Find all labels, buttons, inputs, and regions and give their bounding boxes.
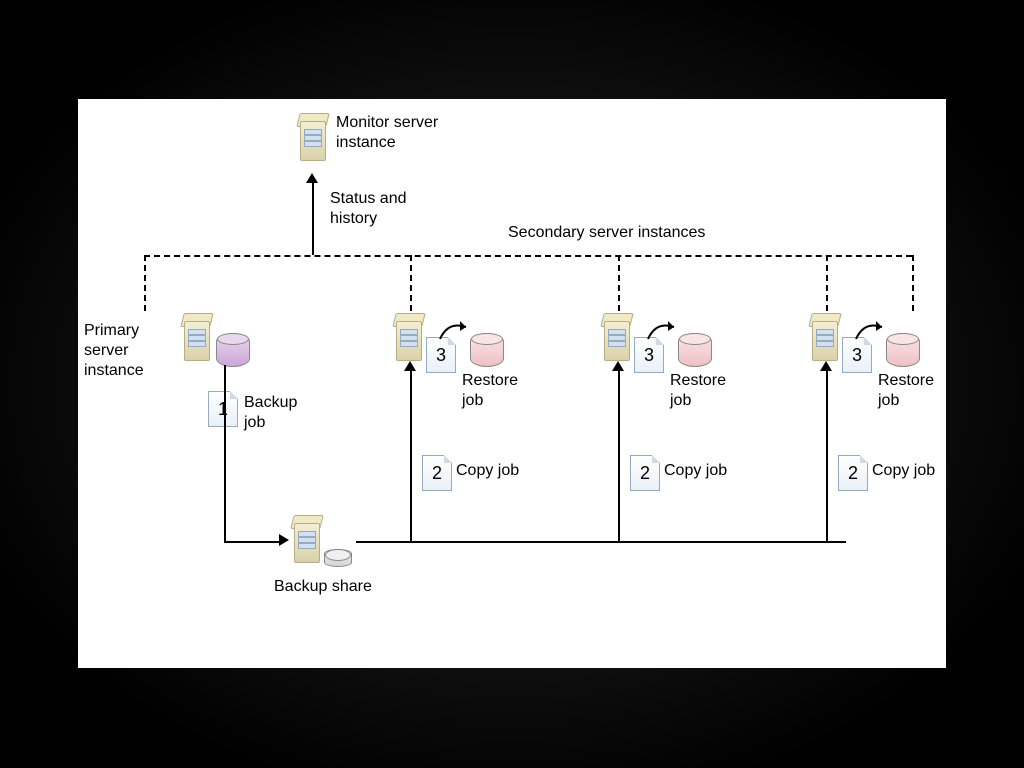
secondary3-up-line xyxy=(826,367,828,541)
line-primary-down xyxy=(224,365,226,541)
monitor-server-icon xyxy=(296,113,328,161)
arrow-to-share xyxy=(279,534,289,546)
secondary3-copy-label: Copy job xyxy=(872,461,935,481)
secondary2-step3-num: 3 xyxy=(644,345,654,366)
secondary1-restore-label: Restore job xyxy=(462,371,518,411)
secondary3-step3-num: 3 xyxy=(852,345,862,366)
dashed-drop-primary xyxy=(144,255,146,311)
secondary2-up-arrow xyxy=(612,361,624,371)
line-primary-right xyxy=(224,541,284,543)
primary-label: Primary server instance xyxy=(84,321,144,381)
secondary2-up-line xyxy=(618,367,620,541)
secondary1-up-line xyxy=(410,367,412,541)
arrow-to-monitor xyxy=(312,181,314,255)
secondary1-server-icon xyxy=(392,313,424,361)
diagram-canvas: Monitor server instance Status and histo… xyxy=(78,99,946,668)
secondary3-up-arrow xyxy=(820,361,832,371)
secondary2-server-icon xyxy=(600,313,632,361)
secondary1-copy-label: Copy job xyxy=(456,461,519,481)
dashed-drop-end xyxy=(912,255,914,311)
dashed-bus xyxy=(144,255,912,257)
monitor-label: Monitor server instance xyxy=(336,113,438,153)
dashed-drop-sec2 xyxy=(618,255,620,311)
dashed-drop-sec1 xyxy=(410,255,412,311)
backup-share-server-icon xyxy=(290,515,322,563)
secondary1-step3-num: 3 xyxy=(436,345,446,366)
secondary2-step2-num: 2 xyxy=(640,463,650,484)
primary-db-icon xyxy=(216,333,250,367)
arrow-to-monitor-head xyxy=(306,173,318,183)
secondary3-step2-num: 2 xyxy=(848,463,858,484)
secondary1-step2-page: 2 xyxy=(422,455,452,491)
backup-share-label: Backup share xyxy=(274,577,372,597)
secondary-header: Secondary server instances xyxy=(508,223,705,243)
secondary1-step2-num: 2 xyxy=(432,463,442,484)
secondary3-restore-label: Restore job xyxy=(878,371,934,411)
backup-job-label: Backup job xyxy=(244,393,297,433)
secondary3-db-icon xyxy=(886,333,920,367)
secondary2-db-icon xyxy=(678,333,712,367)
secondary2-step2-page: 2 xyxy=(630,455,660,491)
step1-number: 1 xyxy=(218,399,228,420)
dashed-drop-sec3 xyxy=(826,255,828,311)
secondary1-up-arrow xyxy=(404,361,416,371)
secondary1-db-icon xyxy=(470,333,504,367)
secondary3-step2-page: 2 xyxy=(838,455,868,491)
backup-share-disk-icon xyxy=(324,549,352,567)
slide-stage: Monitor server instance Status and histo… xyxy=(0,0,1024,768)
bus-to-secondaries xyxy=(356,541,846,543)
secondary2-restore-label: Restore job xyxy=(670,371,726,411)
step1-page-icon: 1 xyxy=(208,391,238,427)
secondary3-server-icon xyxy=(808,313,840,361)
status-label: Status and history xyxy=(330,189,407,229)
primary-server-icon xyxy=(180,313,212,361)
secondary2-copy-label: Copy job xyxy=(664,461,727,481)
